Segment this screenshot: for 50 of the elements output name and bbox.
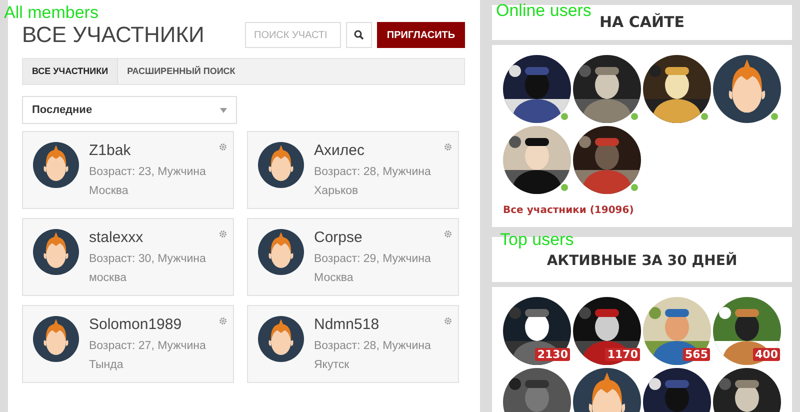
settings-icon[interactable]	[219, 143, 227, 151]
avatar-icon	[258, 229, 304, 275]
search-icon	[354, 30, 364, 40]
caret-icon	[220, 108, 227, 112]
avatar-icon	[713, 55, 781, 123]
avatar-icon	[258, 316, 304, 362]
member-info: Возраст: 30, Мужчина	[89, 252, 206, 266]
section-title: АКТИВНЫЕ ЗА 30 ДНЕЙ	[546, 251, 738, 271]
search-field[interactable]: ПОИСК УЧАСТІ	[245, 22, 341, 48]
member-name[interactable]: stalexxx	[89, 229, 144, 247]
annotation-label: Online users	[496, 2, 592, 20]
avatar-icon	[33, 229, 79, 275]
search-button[interactable]	[346, 22, 372, 48]
post-count-badge: 565	[683, 348, 710, 361]
avatar-icon	[33, 142, 79, 188]
member-city: Якутск	[314, 358, 350, 372]
post-count-badge: 400	[753, 348, 780, 361]
member-city: Москва	[314, 271, 354, 285]
member-name[interactable]: Solomon1989	[89, 316, 182, 334]
post-count-badge: 2130	[535, 348, 570, 361]
member-info: Возраст: 23, Мужчина	[89, 165, 206, 179]
settings-icon[interactable]	[444, 230, 452, 238]
avatar-icon	[258, 142, 304, 188]
member-info: Возраст: 28, Мужчина	[314, 165, 431, 179]
annotation-label: Top users	[500, 231, 574, 249]
member-name[interactable]: Corpse	[314, 229, 362, 247]
post-count-badge: 1170	[605, 348, 640, 361]
member-name[interactable]: Ndmn518	[314, 316, 380, 334]
member-info: Возраст: 29, Мужчина	[314, 252, 431, 266]
member-info: Возраст: 28, Мужчина	[314, 339, 431, 353]
all-members-link[interactable]: Все участники (19096)	[503, 203, 634, 218]
member-city: Москва	[89, 184, 130, 198]
member-city: Тында	[89, 358, 124, 372]
page-title: ВСЕ УЧАСТНИКИ	[22, 24, 204, 46]
member-name[interactable]: Z1bak	[89, 142, 131, 160]
settings-icon[interactable]	[219, 230, 227, 238]
section-title: НА САЙТЕ	[599, 12, 685, 34]
sort-dropdown[interactable]: Последние	[22, 96, 237, 124]
member-name[interactable]: Ахилес	[314, 142, 364, 160]
invite-button[interactable]: ПРИГЛАСИТЬ	[377, 22, 465, 48]
settings-icon[interactable]	[444, 143, 452, 151]
annotation-label: All members	[4, 4, 98, 22]
member-city: Харьков	[314, 184, 360, 198]
avatar-icon	[33, 316, 79, 362]
settings-icon[interactable]	[444, 317, 452, 325]
tab[interactable]: РАСШИРЕННЫЙ ПОИСК	[118, 59, 244, 84]
member-city: москва	[89, 271, 128, 285]
member-info: Возраст: 27, Мужчина	[89, 339, 206, 353]
tab[interactable]: ВСЕ УЧАСТНИКИ	[23, 59, 118, 84]
settings-icon[interactable]	[219, 317, 227, 325]
